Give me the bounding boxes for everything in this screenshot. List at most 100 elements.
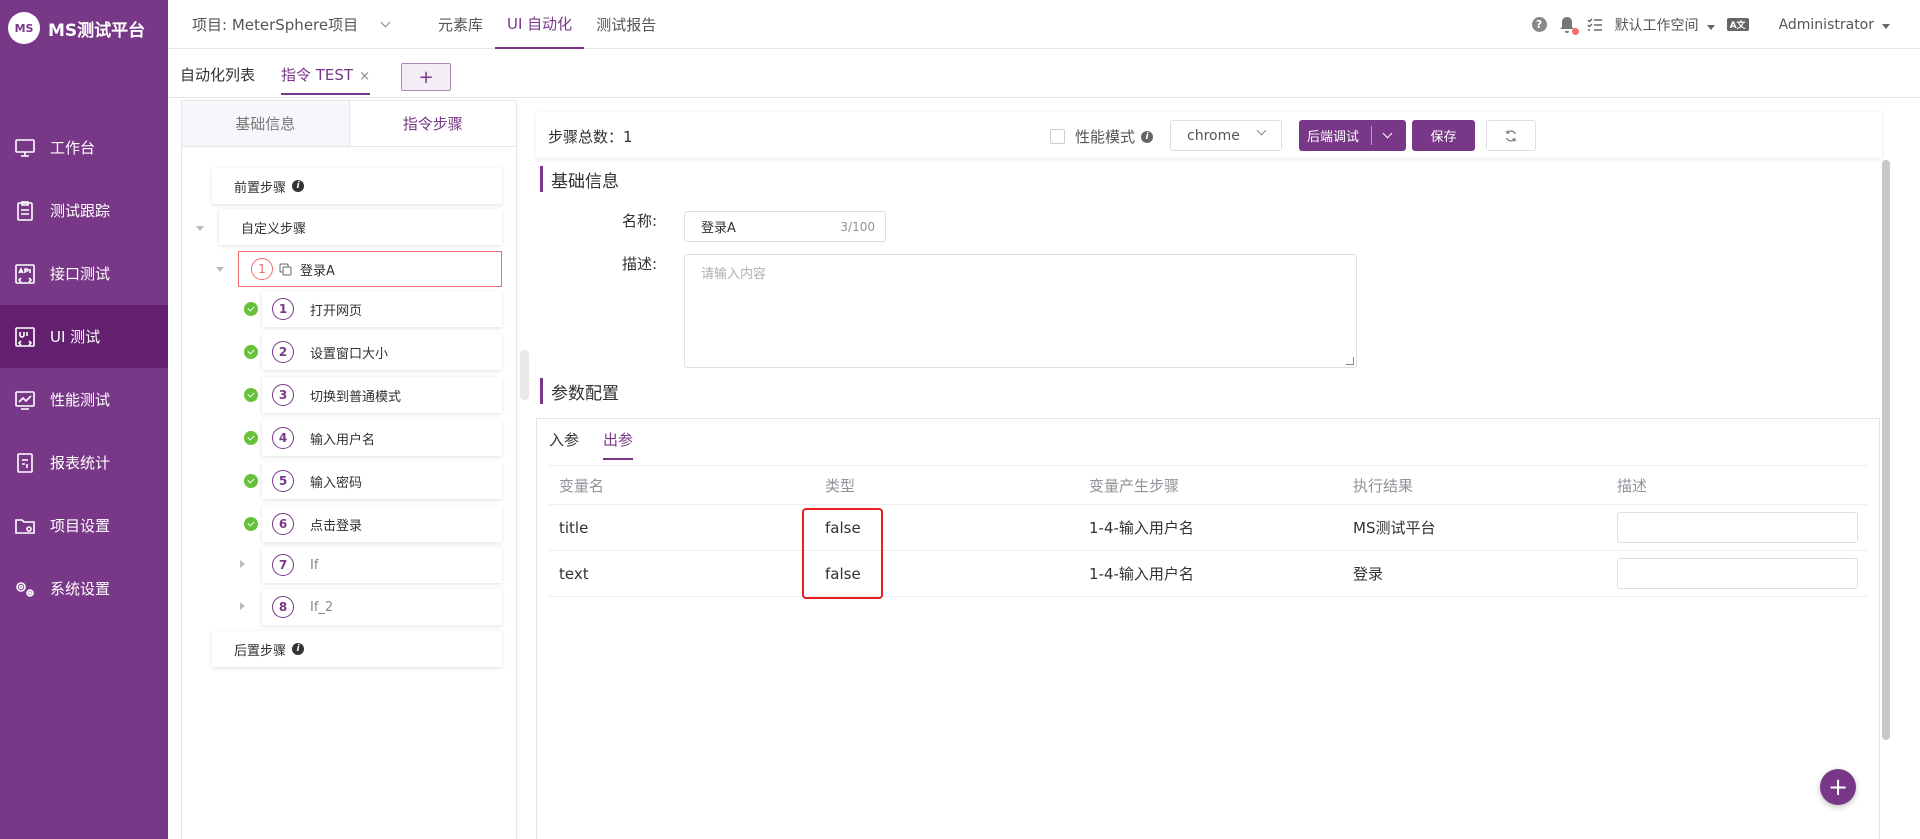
debug-label: 后端调试 bbox=[1299, 126, 1372, 145]
success-check-icon bbox=[244, 517, 258, 531]
step-label: 打开网页 bbox=[310, 303, 363, 319]
workspace-select[interactable]: 默认工作空间 bbox=[1615, 15, 1715, 35]
output-params-table: 变量名 类型 变量产生步骤 执行结果 描述 title false 1-4-输入… bbox=[549, 465, 1867, 597]
sidebar-item-ui-test[interactable]: UI 测试 bbox=[0, 305, 168, 368]
save-button[interactable]: 保存 bbox=[1412, 120, 1475, 151]
language-icon[interactable]: A文 bbox=[1726, 18, 1749, 31]
ui-icon bbox=[12, 324, 38, 350]
step-number: 1 bbox=[272, 298, 294, 320]
sidebar-item-label: 接口测试 bbox=[50, 265, 111, 283]
var-description-input[interactable] bbox=[1617, 558, 1858, 589]
resize-handle-icon[interactable] bbox=[1346, 357, 1354, 365]
sidebar-item-label: 系统设置 bbox=[50, 580, 111, 598]
report-icon bbox=[12, 450, 38, 476]
toolbar: 步骤总数：1 性能模式 i chrome 后端调试 保存 bbox=[536, 112, 1882, 158]
sidebar-item-label: 项目设置 bbox=[50, 517, 111, 535]
close-icon[interactable]: × bbox=[359, 69, 370, 84]
steps-panel: 基础信息 指令步骤 前置步骤 i 自定义步骤 1 登录A 1 打开网页 2 设置… bbox=[181, 100, 517, 839]
step-label: 输入密码 bbox=[310, 475, 363, 491]
menu-test-report[interactable]: 测试报告 bbox=[584, 0, 668, 49]
name-input[interactable]: 登录A 3/100 bbox=[684, 211, 886, 242]
tab-basic-info[interactable]: 基础信息 bbox=[182, 101, 350, 146]
performance-mode-checkbox[interactable] bbox=[1050, 129, 1065, 144]
var-name: title bbox=[559, 518, 589, 537]
pre-step-label: 前置步骤 bbox=[234, 180, 287, 196]
tab-output-params[interactable]: 出参 bbox=[603, 429, 634, 460]
sidebar-item-report[interactable]: 报表统计 bbox=[0, 431, 168, 494]
expand-icon[interactable] bbox=[240, 560, 245, 568]
performance-mode-label: 性能模式 bbox=[1075, 128, 1136, 146]
description-textarea[interactable]: 请输入内容 bbox=[684, 254, 1357, 368]
var-result: 登录 bbox=[1353, 565, 1384, 583]
list-item[interactable]: 7 If bbox=[262, 547, 502, 583]
var-name: text bbox=[559, 564, 589, 583]
step-label: 切换到普通模式 bbox=[310, 389, 402, 405]
caret-down-icon bbox=[1882, 23, 1890, 29]
vertical-scrollbar[interactable] bbox=[1882, 160, 1890, 740]
column-header: 变量名 bbox=[559, 476, 605, 495]
list-item[interactable]: 1 打开网页 bbox=[262, 291, 502, 327]
collapse-icon[interactable] bbox=[196, 226, 204, 231]
sidebar-item-api-test[interactable]: 接口测试 bbox=[0, 242, 168, 305]
task-list-icon[interactable] bbox=[1587, 17, 1603, 32]
add-tab-button[interactable]: + bbox=[401, 63, 451, 91]
sidebar-item-label: 报表统计 bbox=[50, 454, 111, 472]
list-item[interactable]: 2 设置窗口大小 bbox=[262, 334, 502, 370]
step-number: 7 bbox=[272, 554, 294, 576]
column-header: 变量产生步骤 bbox=[1089, 476, 1180, 495]
list-item[interactable]: 8 If_2 bbox=[262, 589, 502, 625]
sidebar-item-test-track[interactable]: 测试跟踪 bbox=[0, 179, 168, 242]
sidebar-item-label: 测试跟踪 bbox=[50, 202, 111, 220]
panel-splitter[interactable] bbox=[520, 350, 529, 400]
pre-step[interactable]: 前置步骤 i bbox=[212, 168, 502, 204]
sidebar-item-performance[interactable]: 性能测试 bbox=[0, 368, 168, 431]
refresh-button[interactable] bbox=[1486, 120, 1536, 151]
login-step[interactable]: 1 登录A bbox=[238, 251, 502, 287]
user-menu[interactable]: Administrator bbox=[1779, 17, 1890, 33]
tab-input-params[interactable]: 入参 bbox=[549, 429, 579, 460]
project-select[interactable]: 项目: MeterSphere项目 bbox=[192, 0, 391, 49]
chevron-down-icon bbox=[1256, 125, 1267, 136]
custom-step[interactable]: 自定义步骤 bbox=[219, 209, 502, 245]
sidebar-nav: 工作台 测试跟踪 接口测试 UI 测试 性能测试 报表统计 项目设置 系统设置 bbox=[0, 116, 168, 620]
main-content: 步骤总数：1 性能模式 i chrome 后端调试 保存 基础信息 名称: 登录… bbox=[536, 112, 1882, 839]
sidebar-item-project-settings[interactable]: 项目设置 bbox=[0, 494, 168, 557]
table-row: text false 1-4-输入用户名 登录 bbox=[549, 551, 1867, 597]
clipboard-icon bbox=[12, 198, 38, 224]
expand-icon[interactable] bbox=[240, 602, 245, 610]
performance-mode[interactable]: 性能模式 i bbox=[1050, 126, 1154, 147]
tab-label: 指令 TEST bbox=[281, 66, 354, 84]
list-item[interactable]: 4 输入用户名 bbox=[262, 420, 502, 456]
project-name: 项目: MeterSphere项目 bbox=[192, 16, 359, 34]
post-step[interactable]: 后置步骤 i bbox=[212, 631, 502, 667]
tab-command-steps[interactable]: 指令步骤 bbox=[349, 101, 516, 146]
tab-command-test[interactable]: 指令 TEST × bbox=[281, 64, 370, 95]
bell-icon[interactable] bbox=[1559, 16, 1579, 35]
var-description-input[interactable] bbox=[1617, 512, 1858, 543]
chevron-down-icon bbox=[380, 17, 391, 28]
chevron-down-icon[interactable] bbox=[1382, 128, 1393, 139]
list-item[interactable]: 3 切换到普通模式 bbox=[262, 377, 502, 413]
sidebar-item-label: 性能测试 bbox=[50, 391, 111, 409]
step-label: If_2 bbox=[310, 599, 334, 615]
logo[interactable]: MS MS测试平台 bbox=[8, 10, 145, 46]
step-number: 5 bbox=[272, 470, 294, 492]
menu-ui-automation[interactable]: UI 自动化 bbox=[495, 0, 585, 49]
help-icon[interactable]: ? bbox=[1531, 17, 1547, 32]
description-label: 描述: bbox=[622, 255, 658, 273]
copy-icon bbox=[279, 263, 292, 276]
menu-element-library[interactable]: 元素库 bbox=[426, 0, 495, 49]
list-item[interactable]: 5 输入密码 bbox=[262, 463, 502, 499]
sidebar-item-label: 工作台 bbox=[50, 139, 96, 157]
sidebar-item-system-settings[interactable]: 系统设置 bbox=[0, 557, 168, 620]
step-label: 设置窗口大小 bbox=[310, 346, 389, 362]
add-fab-button[interactable]: + bbox=[1820, 769, 1856, 805]
list-item[interactable]: 6 点击登录 bbox=[262, 506, 502, 542]
sidebar-item-workbench[interactable]: 工作台 bbox=[0, 116, 168, 179]
post-step-label: 后置步骤 bbox=[234, 643, 287, 659]
debug-button[interactable]: 后端调试 bbox=[1299, 120, 1406, 151]
header-right: ? 默认工作空间 A文 Administrator bbox=[1531, 0, 1890, 49]
tab-automation-list[interactable]: 自动化列表 bbox=[180, 64, 255, 85]
browser-select[interactable]: chrome bbox=[1170, 120, 1282, 151]
collapse-icon[interactable] bbox=[216, 267, 224, 272]
